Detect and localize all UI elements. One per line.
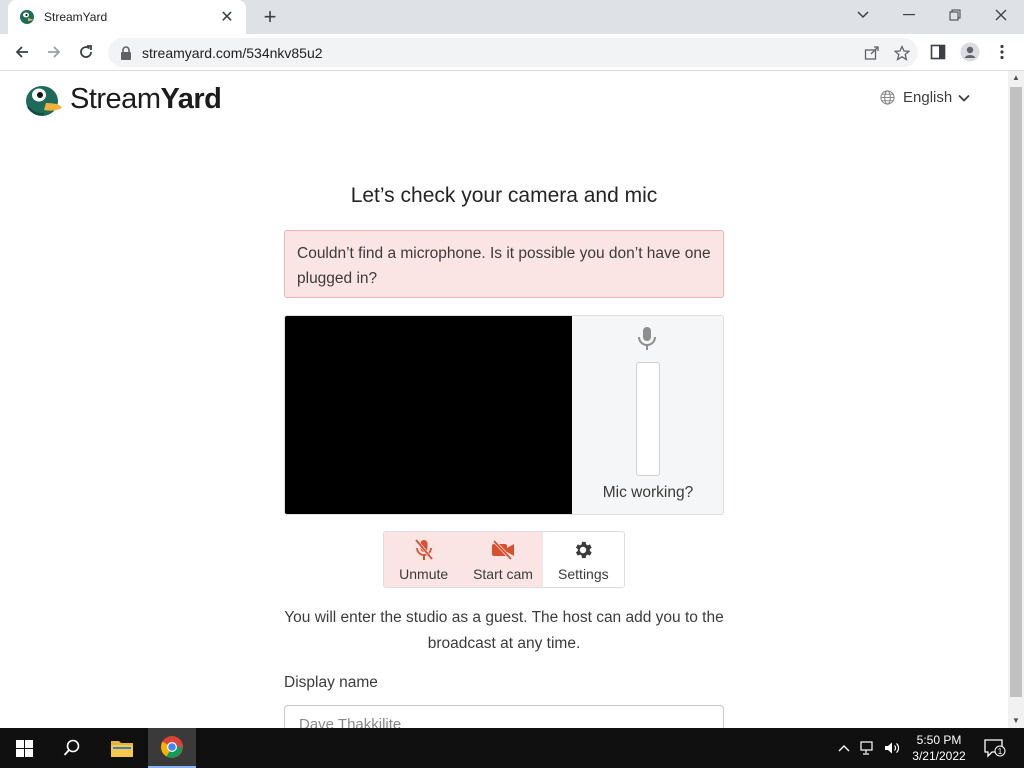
new-tab-button[interactable]: + [258,5,282,29]
chevron-up-icon[interactable] [838,744,850,752]
file-explorer-icon[interactable] [98,728,146,768]
settings-label: Settings [558,566,609,582]
language-selector[interactable]: English [880,89,970,106]
display-name-input[interactable]: Dave Thakkilite [284,705,724,728]
gear-icon [576,541,593,559]
microphone-icon [638,327,656,350]
scroll-up-arrow-icon[interactable]: ▲ [1008,71,1024,85]
mic-level-meter [636,362,660,476]
guest-note: You will enter the studio as a guest. Th… [284,609,724,652]
bookmark-star-icon[interactable] [894,44,910,61]
notification-count: 1 [998,747,1003,756]
side-panel-icon[interactable] [926,40,950,64]
chrome-taskbar-icon[interactable] [148,728,196,768]
duck-logo-icon [26,86,62,116]
scroll-down-arrow-icon[interactable]: ▼ [1008,714,1024,728]
microphone-error-alert: Couldn’t find a microphone. Is it possib… [284,230,724,298]
streamyard-favicon-icon [20,10,34,24]
search-icon[interactable] [48,728,96,768]
browser-menu-icon[interactable] [990,40,1014,64]
globe-icon [880,90,895,105]
forward-arrow-icon[interactable] [42,40,66,64]
camera-preview [285,316,572,514]
back-arrow-icon[interactable] [10,40,34,64]
notifications-icon[interactable]: 1 [980,728,1010,768]
unmute-label: Unmute [399,566,449,582]
windows-taskbar: 5:50 PM 3/21/2022 1 [0,728,1024,768]
device-controls: Unmute Start cam Settings [383,531,625,588]
unmute-button[interactable]: Unmute [384,532,464,587]
tab-search-chevron-icon[interactable] [840,0,886,30]
start-cam-label: Start cam [473,566,533,582]
profile-avatar-icon[interactable] [958,40,982,64]
lock-icon [121,45,131,60]
chevron-down-icon [958,94,970,102]
tab-title: StreamYard [44,10,108,24]
logo-text: StreamYard [70,82,222,115]
taskbar-clock[interactable]: 5:50 PM 3/21/2022 [900,732,978,764]
tab-streamyard[interactable]: StreamYard ✕ [8,0,246,34]
page-title: Let’s check your camera and mic [350,184,658,207]
mic-off-icon [414,539,433,561]
windows-start-icon[interactable] [0,728,48,768]
page-content: StreamYard English Let’s check your came… [0,71,1008,728]
streamyard-logo[interactable]: StreamYard [24,81,222,117]
minimize-button[interactable] [886,0,932,30]
page-scrollbar[interactable]: ▲ ▼ [1008,71,1024,728]
scroll-thumb[interactable] [1010,87,1022,697]
network-icon[interactable] [860,741,876,755]
browser-toolbar: streamyard.com/534nkv85u2 [0,34,1024,71]
close-tab-icon[interactable]: ✕ [218,7,236,27]
settings-button[interactable]: Settings [542,532,624,587]
close-window-button[interactable] [978,0,1024,30]
system-tray [838,728,900,768]
display-name-label: Display name [284,674,378,691]
tab-strip: StreamYard ✕ + [0,0,1024,34]
language-label: English [903,89,953,106]
clock-date: 3/21/2022 [912,749,966,763]
url-text: streamyard.com/534nkv85u2 [142,44,323,61]
camera-off-icon [492,539,515,561]
address-bar[interactable]: streamyard.com/534nkv85u2 [108,38,918,67]
volume-icon[interactable] [884,741,900,755]
device-preview: Mic working? [284,315,724,515]
start-cam-button[interactable]: Start cam [463,532,543,587]
clock-time: 5:50 PM [916,733,962,747]
mic-working-link[interactable]: Mic working? [575,484,721,502]
reload-icon[interactable] [74,40,98,64]
share-icon[interactable] [864,45,880,61]
restore-button[interactable] [932,0,978,30]
